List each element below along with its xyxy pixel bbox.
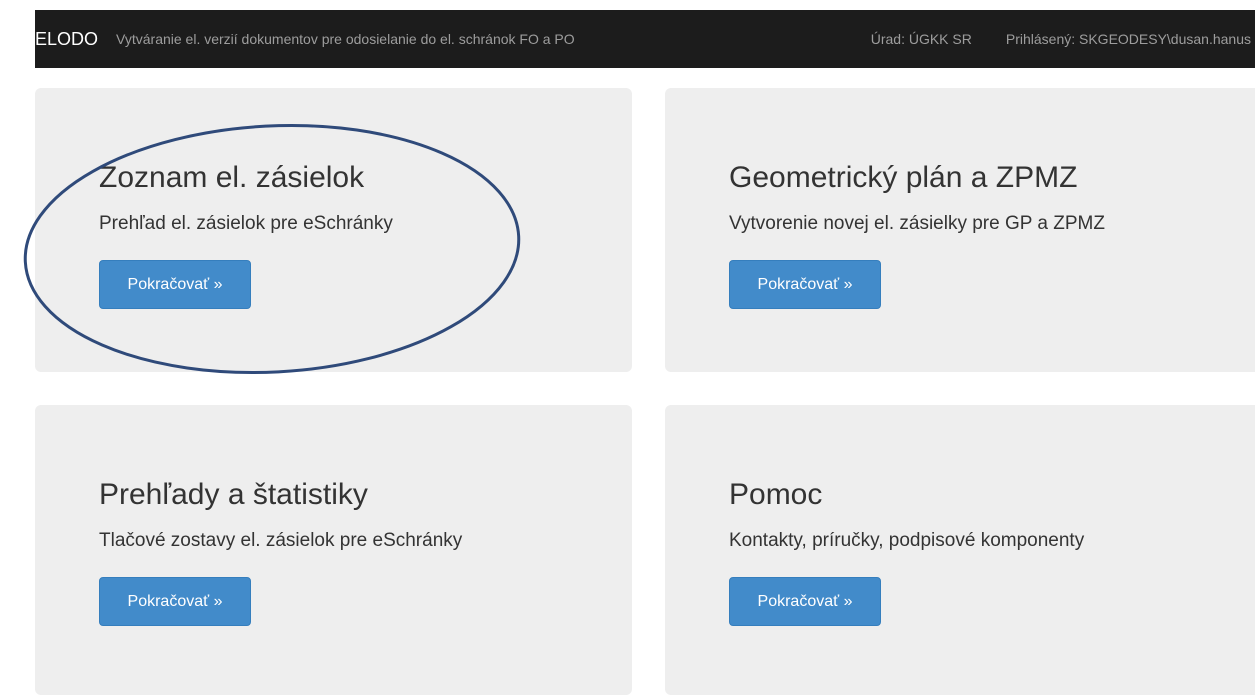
- panel-zoznam-zasielok: Zoznam el. zásielok Prehľad el. zásielok…: [35, 88, 632, 372]
- panel-geometricky-plan: Geometrický plán a ZPMZ Vytvorenie novej…: [665, 88, 1255, 372]
- brand-link[interactable]: ELODO: [35, 29, 98, 50]
- panel-title: Zoznam el. zásielok: [99, 161, 365, 194]
- continue-button-pomoc[interactable]: Pokračovať »: [729, 577, 881, 626]
- panel-title: Pomoc: [729, 478, 823, 511]
- continue-button-zoznam[interactable]: Pokračovať »: [99, 260, 251, 309]
- panel-title: Geometrický plán a ZPMZ: [729, 161, 1078, 194]
- office-label: Úrad: ÚGKK SR: [870, 31, 972, 47]
- navbar-subtitle: Vytváranie el. verzií dokumentov pre odo…: [116, 31, 575, 47]
- user-label: Prihlásený: SKGEODESY\dusan.hanus: [1005, 31, 1251, 47]
- panel-title: Prehľady a štatistiky: [99, 478, 368, 511]
- panel-description: Tlačové zostavy el. zásielok pre eSchrán…: [99, 530, 463, 551]
- navbar-right: Úrad: ÚGKK SR Prihlásený: SKGEODESY\dusa…: [871, 31, 1255, 47]
- panel-pomoc: Pomoc Kontakty, príručky, podpisové komp…: [665, 405, 1255, 695]
- panel-prehlady-statistiky: Prehľady a štatistiky Tlačové zostavy el…: [35, 405, 632, 695]
- panel-description: Vytvorenie novej el. zásielky pre GP a Z…: [729, 213, 1105, 234]
- continue-button-prehlady[interactable]: Pokračovať »: [99, 577, 251, 626]
- top-navbar: ELODO Vytváranie el. verzií dokumentov p…: [35, 10, 1255, 68]
- continue-button-geometricky-plan[interactable]: Pokračovať »: [729, 260, 881, 309]
- panel-description: Prehľad el. zásielok pre eSchránky: [99, 213, 393, 234]
- panel-description: Kontakty, príručky, podpisové komponenty: [729, 530, 1085, 551]
